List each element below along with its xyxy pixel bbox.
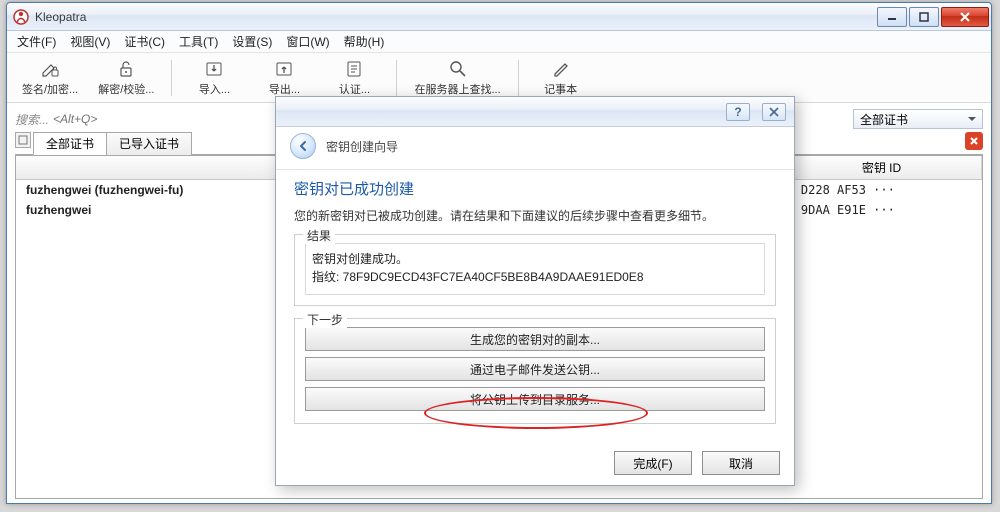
arrow-left-icon	[296, 139, 310, 153]
tool-label: 签名/加密...	[22, 81, 78, 97]
dialog-help-button[interactable]: ?	[726, 103, 750, 121]
tool-label: 导出...	[269, 81, 300, 97]
tool-sign-encrypt[interactable]: 签名/加密...	[15, 56, 85, 100]
menu-cert[interactable]: 证书(C)	[124, 33, 165, 50]
dialog-description: 您的新密钥对已被成功创建。请在结果和下面建议的后续步骤中查看更多细节。	[294, 207, 776, 224]
pencil-lock-icon	[40, 59, 60, 79]
unlock-icon	[116, 59, 136, 79]
window-controls	[877, 7, 989, 27]
menu-file[interactable]: 文件(F)	[17, 33, 56, 50]
search-label: 搜索...	[15, 111, 49, 128]
question-icon: ?	[734, 105, 741, 119]
notepad-icon	[551, 59, 571, 79]
upload-pubkey-button[interactable]: 将公钥上传到目录服务...	[305, 387, 765, 411]
tool-label: 解密/校验...	[98, 81, 154, 97]
tab-close-button[interactable]	[965, 132, 983, 150]
next-steps-group: 下一步 生成您的密钥对的副本... 通过电子邮件发送公钥... 将公钥上传到目录…	[294, 318, 776, 424]
filter-dropdown[interactable]: 全部证书	[853, 109, 983, 129]
menu-window[interactable]: 窗口(W)	[286, 33, 329, 50]
cell-keyid: 5B9 D228 AF53 ···	[772, 183, 972, 197]
tool-notepad[interactable]: 记事本	[529, 56, 593, 100]
menu-settings[interactable]: 设置(S)	[232, 33, 272, 50]
dialog-body: 密钥对已成功创建 您的新密钥对已被成功创建。请在结果和下面建议的后续步骤中查看更…	[276, 170, 794, 446]
tool-import[interactable]: 导入...	[182, 56, 246, 100]
tab-imported-certs[interactable]: 已导入证书	[106, 132, 192, 155]
key-wizard-dialog: ? 密钥创建向导 密钥对已成功创建 您的新密钥对已被成功创建。请在结果和下面建议…	[275, 96, 795, 486]
email-pubkey-button[interactable]: 通过电子邮件发送公钥...	[305, 357, 765, 381]
titlebar: Kleopatra	[7, 3, 991, 31]
result-fingerprint: 指纹: 78F9DC9ECD43FC7EA40CF5BE8B4A9DAAE91E…	[312, 268, 758, 286]
toolbar-separator	[171, 60, 172, 96]
search-icon	[448, 59, 468, 79]
col-keyid[interactable]: 密钥 ID	[782, 156, 982, 179]
tab-all-certs[interactable]: 全部证书	[33, 132, 107, 155]
result-textbox: 密钥对创建成功。 指纹: 78F9DC9ECD43FC7EA40CF5BE8B4…	[305, 243, 765, 295]
import-icon	[204, 59, 224, 79]
menubar: 文件(F) 视图(V) 证书(C) 工具(T) 设置(S) 窗口(W) 帮助(H…	[7, 31, 991, 53]
cancel-button[interactable]: 取消	[702, 451, 780, 475]
tab-list-button[interactable]	[15, 132, 31, 148]
tool-label: 在服务器上查找...	[414, 81, 500, 97]
dialog-header: 密钥创建向导	[276, 127, 794, 170]
tool-label: 认证...	[339, 81, 370, 97]
result-legend: 结果	[303, 227, 335, 244]
back-button[interactable]	[290, 133, 316, 159]
tool-export[interactable]: 导出...	[252, 56, 316, 100]
toolbar-separator	[518, 60, 519, 96]
tool-certify[interactable]: 认证...	[322, 56, 386, 100]
close-button[interactable]	[941, 7, 989, 27]
result-line: 密钥对创建成功。	[312, 250, 758, 268]
filter-value: 全部证书	[860, 111, 908, 128]
menu-view[interactable]: 视图(V)	[70, 33, 110, 50]
dialog-close-button[interactable]	[762, 103, 786, 121]
finish-button[interactable]: 完成(F)	[614, 451, 692, 475]
backup-keypair-button[interactable]: 生成您的密钥对的副本...	[305, 327, 765, 351]
result-group: 结果 密钥对创建成功。 指纹: 78F9DC9ECD43FC7EA40CF5BE…	[294, 234, 776, 306]
toolbar-separator	[396, 60, 397, 96]
dialog-footer: 完成(F) 取消	[614, 451, 780, 475]
dialog-header-title: 密钥创建向导	[326, 138, 398, 155]
cell-keyid: 84A 9DAA E91E ···	[772, 203, 972, 217]
menu-help[interactable]: 帮助(H)	[344, 33, 385, 50]
tool-decrypt-verify[interactable]: 解密/校验...	[91, 56, 161, 100]
minimize-button[interactable]	[877, 7, 907, 27]
menu-tools[interactable]: 工具(T)	[179, 33, 218, 50]
tool-lookup-server[interactable]: 在服务器上查找...	[407, 56, 507, 100]
export-icon	[274, 59, 294, 79]
tool-label: 导入...	[199, 81, 230, 97]
dialog-title: 密钥对已成功创建	[294, 178, 776, 199]
window-title: Kleopatra	[35, 10, 877, 24]
maximize-button[interactable]	[909, 7, 939, 27]
next-legend: 下一步	[303, 311, 347, 328]
tool-label: 记事本	[544, 81, 577, 97]
dialog-titlebar: ?	[276, 97, 794, 127]
app-icon	[13, 9, 29, 25]
certify-icon	[344, 59, 364, 79]
